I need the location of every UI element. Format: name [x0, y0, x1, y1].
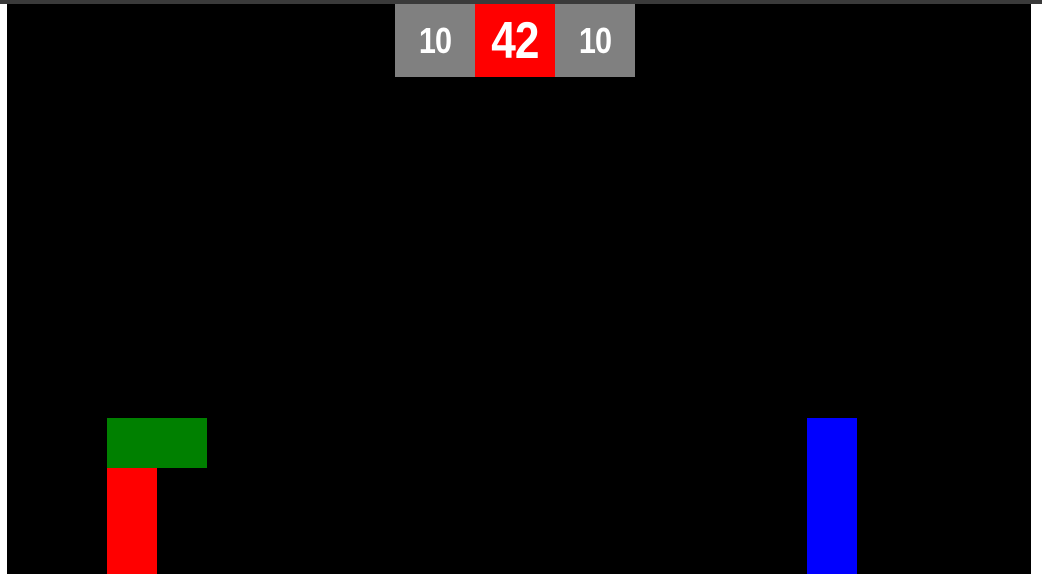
center-score: 42 — [491, 11, 539, 70]
right-score: 10 — [578, 19, 612, 61]
game-canvas[interactable]: 10 42 10 — [7, 4, 1031, 574]
center-score-cell: 42 — [475, 4, 555, 77]
blue-block — [807, 418, 857, 574]
red-block — [107, 468, 157, 574]
green-block — [107, 418, 207, 468]
right-score-cell: 10 — [555, 4, 635, 77]
scoreboard: 10 42 10 — [395, 4, 635, 77]
left-score-cell: 10 — [395, 4, 475, 77]
left-score: 10 — [418, 19, 452, 61]
